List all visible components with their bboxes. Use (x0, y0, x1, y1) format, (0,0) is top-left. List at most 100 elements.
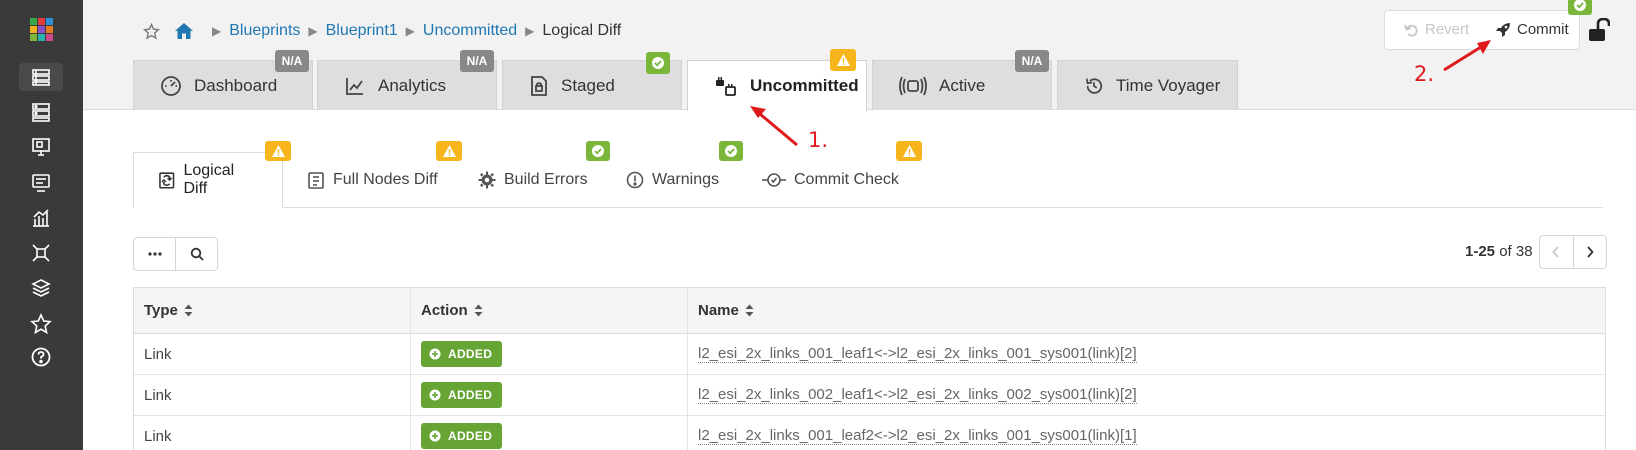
column-header-name[interactable]: Name (688, 288, 1605, 333)
tab-label: Dashboard (194, 75, 278, 95)
plus-circle-icon (429, 348, 441, 360)
cell-type: Link (134, 375, 411, 415)
subtab-label: Build Errors (504, 171, 588, 188)
status-badge-na: N/A (460, 50, 494, 72)
subtab-warnings[interactable]: Warnings (626, 152, 719, 208)
added-badge: ADDED (421, 382, 503, 408)
pagination-of: of (1499, 243, 1512, 260)
commit-button[interactable]: Commit (1495, 21, 1569, 38)
staged-icon (531, 75, 547, 96)
sidebar-item-external-systems[interactable] (19, 239, 63, 267)
sidebar-item-devices[interactable] (19, 98, 63, 126)
favorite-star-icon[interactable] (143, 22, 160, 40)
link-name[interactable]: l2_esi_2x_links_001_leaf2<->l2_esi_2x_li… (698, 427, 1137, 445)
logical-diff-icon (159, 172, 175, 189)
active-broadcast-icon (899, 76, 927, 95)
pagination-range: 1-25 (1465, 243, 1496, 260)
breadcrumb-blueprint1[interactable]: Blueprint1 (326, 22, 398, 40)
next-page-button[interactable] (1572, 236, 1607, 268)
search-icon (190, 247, 204, 261)
subtab-label: Commit Check (794, 171, 899, 188)
tab-label: Active (939, 75, 986, 95)
undo-icon (1404, 24, 1418, 37)
design-icon (32, 138, 50, 156)
breadcrumb: ▶ Blueprints ▶ Blueprint1 ▶ Uncommitted … (143, 20, 621, 42)
breadcrumb-blueprints[interactable]: Blueprints (229, 22, 300, 40)
annotation-arrow-1 (750, 106, 798, 147)
breadcrumb-current: Logical Diff (542, 22, 622, 39)
tab-label: Time Voyager (1116, 75, 1221, 95)
status-badge-warning (436, 141, 462, 161)
devices-icon (32, 103, 50, 122)
table-toolbar (133, 237, 218, 271)
sidebar-item-blueprints[interactable] (19, 63, 63, 91)
column-header-action[interactable]: Action (411, 288, 688, 333)
table-header: Type Action Name (134, 288, 1605, 334)
warning-icon (442, 145, 456, 157)
more-options-button[interactable] (134, 238, 175, 270)
annotation-step-1: 1. (808, 128, 829, 152)
tab-label: Staged (561, 75, 615, 95)
layers-icon (31, 279, 51, 297)
cell-action: ADDED (411, 416, 688, 450)
cell-name: l2_esi_2x_links_001_leaf1<->l2_esi_2x_li… (688, 334, 1605, 374)
history-icon (1085, 77, 1103, 94)
subtab-logical-diff[interactable]: Logical Diff (133, 152, 283, 208)
check-icon (1574, 0, 1586, 11)
sidebar-item-design[interactable] (19, 133, 63, 161)
unlock-icon[interactable] (1588, 17, 1611, 47)
sidebar-item-help[interactable] (19, 343, 63, 371)
cell-type: Link (134, 416, 411, 450)
cell-name: l2_esi_2x_links_002_leaf1<->l2_esi_2x_li… (688, 375, 1605, 415)
sidebar-item-resources[interactable] (19, 169, 63, 197)
dashboard-icon (161, 75, 181, 96)
tab-label: Uncommitted (750, 76, 859, 95)
annotation-step-2: 2. (1414, 62, 1435, 86)
link-name[interactable]: l2_esi_2x_links_001_leaf1<->l2_esi_2x_li… (698, 345, 1137, 363)
previous-page-button[interactable] (1540, 236, 1573, 268)
revert-button[interactable]: Revert (1403, 21, 1469, 38)
subtab-commit-check[interactable]: Commit Check (762, 152, 899, 208)
table-row: Link ADDED l2_esi_2x_links_002_leaf1<->l… (134, 375, 1605, 416)
breadcrumb-separator: ▶ (212, 24, 222, 38)
external-systems-icon (32, 244, 50, 262)
sort-icon (474, 304, 483, 317)
sidebar-item-platform[interactable] (19, 274, 63, 302)
commit-status-badge (1568, 0, 1592, 15)
subtab-full-nodes-diff[interactable]: Full Nodes Diff (307, 152, 438, 208)
status-badge-ok (586, 141, 610, 161)
home-icon[interactable] (174, 22, 194, 40)
breadcrumb-uncommitted[interactable]: Uncommitted (423, 22, 517, 40)
chevron-left-icon (1552, 246, 1559, 258)
breadcrumb-separator: ▶ (308, 24, 318, 38)
check-icon (592, 145, 604, 157)
warning-icon (902, 145, 916, 157)
added-badge: ADDED (421, 423, 503, 449)
status-badge-ok (646, 52, 670, 74)
subtab-label: Logical Diff (183, 162, 235, 197)
sidebar-item-analytics[interactable] (19, 204, 63, 232)
link-name[interactable]: l2_esi_2x_links_002_leaf1<->l2_esi_2x_li… (698, 386, 1137, 404)
logical-diff-table: Type Action Name Link ADDED l2_esi_2x_li… (133, 287, 1606, 450)
added-badge: ADDED (421, 341, 503, 367)
search-button[interactable] (175, 238, 217, 270)
warning-icon (271, 145, 285, 157)
resources-icon (32, 174, 50, 192)
tab-time-voyager[interactable]: Time Voyager (1057, 60, 1238, 110)
subtab-build-errors[interactable]: Build Errors (478, 152, 588, 208)
sidebar-item-favorites[interactable] (19, 310, 63, 338)
cell-type: Link (134, 334, 411, 374)
exclamation-circle-icon (626, 171, 644, 189)
breadcrumb-separator: ▶ (525, 24, 535, 38)
cell-action: ADDED (411, 334, 688, 374)
status-badge-warning (265, 141, 291, 161)
cell-name: l2_esi_2x_links_001_leaf2<->l2_esi_2x_li… (688, 416, 1605, 450)
status-badge-ok (719, 141, 743, 161)
help-icon (31, 347, 51, 367)
app-logo[interactable] (30, 18, 54, 42)
line-chart-icon (346, 77, 363, 95)
warning-icon (836, 54, 850, 66)
breadcrumb-separator: ▶ (405, 24, 415, 38)
status-badge-warning (896, 141, 922, 161)
column-header-type[interactable]: Type (134, 288, 411, 333)
